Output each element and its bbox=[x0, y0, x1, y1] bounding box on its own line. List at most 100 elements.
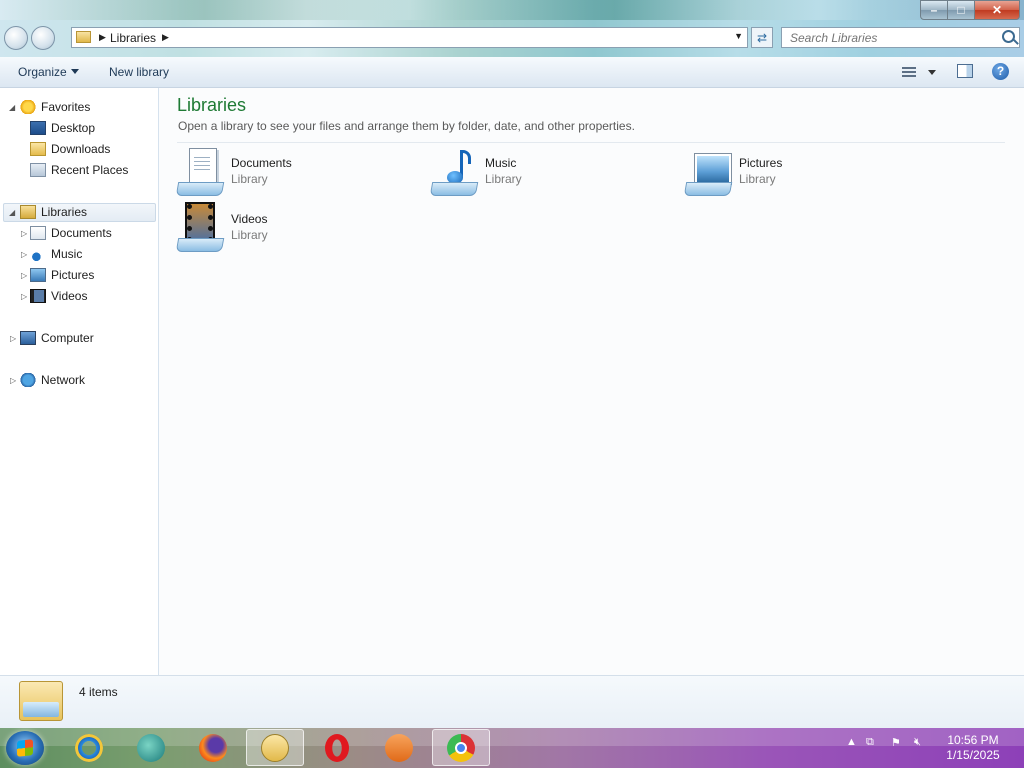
library-name: Music bbox=[485, 156, 517, 170]
expand-icon[interactable]: ▷ bbox=[10, 376, 16, 385]
nav-videos[interactable]: Videos bbox=[30, 286, 87, 306]
network-icon bbox=[20, 373, 36, 387]
collapse-favorites-icon[interactable]: ◢ bbox=[9, 103, 15, 112]
nav-computer[interactable]: Computer bbox=[20, 328, 94, 348]
nav-label: Documents bbox=[51, 226, 112, 240]
libraries-icon bbox=[20, 205, 36, 219]
nav-recent-places[interactable]: Recent Places bbox=[30, 160, 128, 180]
taskbar-vlc[interactable] bbox=[370, 729, 428, 766]
taskbar-chrome[interactable] bbox=[432, 729, 490, 766]
library-tile-pictures[interactable]: Pictures Library bbox=[683, 148, 925, 200]
maximize-button[interactable]: □ bbox=[948, 0, 975, 20]
nav-label: Pictures bbox=[51, 268, 95, 282]
change-view-icon[interactable] bbox=[902, 65, 918, 79]
organize-button[interactable]: Organize bbox=[18, 65, 79, 79]
address-dropdown-icon[interactable]: ▼ bbox=[734, 31, 743, 41]
breadcrumb-arrow-icon[interactable]: ▶ bbox=[162, 32, 169, 43]
libraries-folder-icon bbox=[19, 681, 63, 721]
breadcrumb-libraries[interactable]: Libraries bbox=[110, 31, 156, 45]
clock-time: 10:56 PM bbox=[947, 733, 999, 747]
videos-library-icon bbox=[175, 202, 225, 252]
library-kind: Library bbox=[739, 172, 776, 186]
help-icon[interactable]: ? bbox=[992, 63, 1009, 80]
library-kind: Library bbox=[231, 172, 268, 186]
nav-network[interactable]: Network bbox=[20, 370, 85, 390]
search-box[interactable] bbox=[781, 27, 1020, 48]
collapse-libraries-icon[interactable]: ◢ bbox=[9, 208, 15, 217]
desktop-icon bbox=[30, 121, 46, 135]
taskbar-windows-explorer[interactable] bbox=[246, 729, 304, 766]
network-tray-icon[interactable]: ⧉ bbox=[866, 736, 874, 749]
nav-documents[interactable]: Documents bbox=[30, 223, 112, 243]
taskbar-firefox[interactable] bbox=[184, 729, 242, 766]
firefox-icon bbox=[199, 733, 227, 762]
taskbar-media-center[interactable] bbox=[122, 729, 180, 766]
expand-icon[interactable]: ▷ bbox=[21, 271, 27, 280]
pictures-icon bbox=[30, 268, 46, 282]
nav-label: Computer bbox=[41, 331, 94, 345]
library-kind: Library bbox=[231, 228, 268, 242]
navigation-pane: ◢ Favorites Desktop Downloads Recent Pla… bbox=[0, 88, 159, 675]
command-bar: Organize New library bbox=[0, 57, 1024, 88]
refresh-icon: ⇄ bbox=[756, 30, 768, 45]
search-input[interactable] bbox=[782, 28, 995, 47]
music-library-icon bbox=[429, 148, 479, 196]
page-subtitle: Open a library to see your files and arr… bbox=[178, 119, 635, 133]
nav-music[interactable]: Music bbox=[30, 244, 82, 264]
nav-pictures[interactable]: Pictures bbox=[30, 265, 94, 285]
breadcrumb-arrow-icon[interactable]: ▶ bbox=[99, 32, 106, 43]
library-kind: Library bbox=[485, 172, 522, 186]
library-tile-music[interactable]: Music Library bbox=[429, 148, 671, 200]
show-hidden-icons-icon[interactable]: ▲ bbox=[846, 736, 857, 748]
divider bbox=[177, 142, 1005, 143]
expand-icon[interactable]: ▷ bbox=[21, 229, 27, 238]
media-center-icon bbox=[137, 733, 165, 762]
nav-label: Music bbox=[51, 247, 83, 261]
library-tile-videos[interactable]: Videos Library bbox=[175, 202, 417, 256]
address-bar[interactable]: ▶ Libraries ▶ ▼ bbox=[71, 27, 748, 48]
clock-date: 1/15/2025 bbox=[946, 748, 1000, 762]
computer-icon bbox=[20, 331, 36, 345]
forward-button[interactable] bbox=[31, 26, 55, 50]
library-name: Documents bbox=[231, 156, 292, 170]
organize-label: Organize bbox=[18, 65, 67, 79]
documents-icon bbox=[30, 226, 46, 240]
expand-icon[interactable]: ▷ bbox=[10, 334, 16, 343]
nav-desktop[interactable]: Desktop bbox=[30, 118, 95, 138]
nav-label: Desktop bbox=[51, 121, 96, 135]
content-pane: Libraries Open a library to see your fil… bbox=[159, 88, 1024, 675]
taskbar-opera[interactable] bbox=[308, 729, 366, 766]
library-name: Pictures bbox=[739, 156, 783, 170]
opera-icon bbox=[325, 733, 349, 762]
nav-label: Videos bbox=[51, 289, 88, 303]
back-button[interactable] bbox=[4, 26, 28, 50]
minimize-button[interactable]: – bbox=[920, 0, 948, 20]
downloads-icon bbox=[30, 142, 46, 156]
documents-library-icon bbox=[175, 148, 225, 196]
window-controls: – □ ✕ bbox=[920, 0, 1020, 20]
pictures-library-icon bbox=[683, 148, 733, 196]
new-library-button[interactable]: New library bbox=[109, 65, 169, 79]
nav-downloads[interactable]: Downloads bbox=[30, 139, 110, 159]
taskbar-internet-explorer[interactable] bbox=[60, 729, 118, 766]
close-button[interactable]: ✕ bbox=[975, 0, 1020, 20]
videos-icon bbox=[30, 289, 46, 303]
star-icon bbox=[20, 100, 36, 114]
refresh-button[interactable]: ⇄ bbox=[751, 27, 773, 48]
volume-muted-icon[interactable]: 🔇︎ bbox=[914, 736, 921, 749]
view-options-chevron-icon[interactable] bbox=[928, 70, 936, 75]
nav-favorites[interactable]: Favorites bbox=[20, 97, 90, 117]
chrome-icon bbox=[447, 733, 475, 762]
library-tile-documents[interactable]: Documents Library bbox=[175, 148, 417, 200]
expand-icon[interactable]: ▷ bbox=[21, 292, 27, 301]
action-center-flag-icon[interactable]: ⚑ bbox=[891, 736, 901, 749]
nav-libraries[interactable]: Libraries bbox=[20, 202, 87, 222]
expand-icon[interactable]: ▷ bbox=[21, 250, 27, 259]
preview-pane-icon[interactable] bbox=[957, 64, 973, 78]
nav-label: Downloads bbox=[51, 142, 111, 156]
search-icon[interactable] bbox=[1002, 30, 1015, 43]
windows-explorer-icon bbox=[261, 733, 289, 762]
start-button[interactable] bbox=[6, 731, 44, 765]
taskbar-clock[interactable]: 10:56 PM 1/15/2025 bbox=[940, 733, 1006, 763]
chevron-down-icon bbox=[70, 69, 79, 74]
